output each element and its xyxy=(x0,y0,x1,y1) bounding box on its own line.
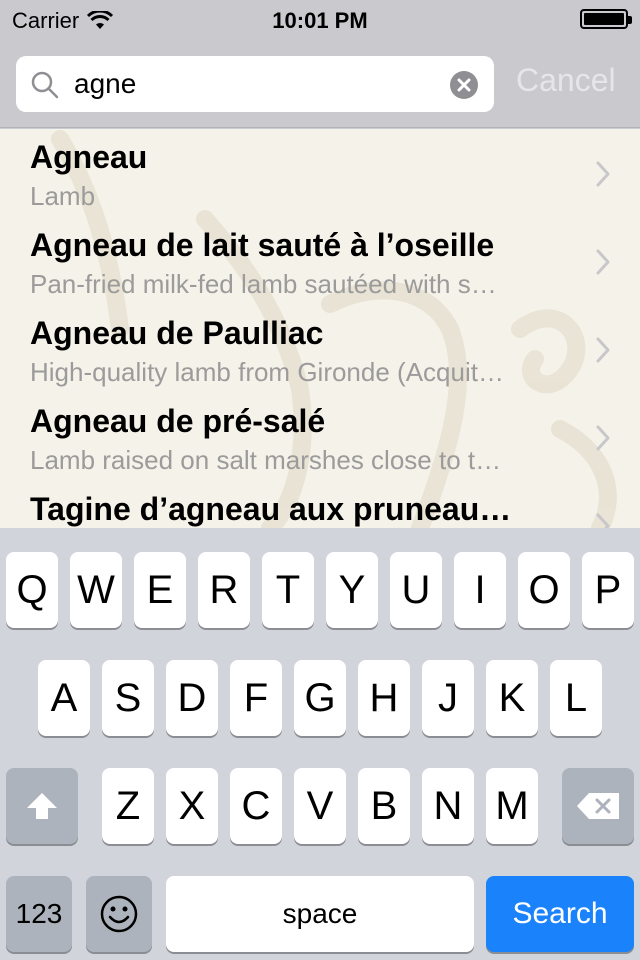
key-y[interactable]: Y xyxy=(326,552,378,628)
key-s[interactable]: S xyxy=(102,660,154,736)
emoji-key[interactable] xyxy=(86,876,152,952)
keyboard: Q W E R T Y U I O P A S D F G H J K L Z … xyxy=(0,528,640,960)
result-row[interactable]: Agneau de pré-salé Lamb raised on salt m… xyxy=(0,393,640,481)
key-g[interactable]: G xyxy=(294,660,346,736)
result-row[interactable]: Agneau de Paulliac High-quality lamb fro… xyxy=(0,305,640,393)
key-x[interactable]: X xyxy=(166,768,218,844)
battery-icon xyxy=(580,9,632,29)
result-subtitle: Lamb raised on salt marshes close to t… xyxy=(30,445,502,475)
key-v[interactable]: V xyxy=(294,768,346,844)
chevron-right-icon xyxy=(596,425,610,451)
battery-fill xyxy=(584,13,624,25)
chevron-right-icon xyxy=(596,161,610,187)
key-j[interactable]: J xyxy=(422,660,474,736)
chevron-right-icon xyxy=(596,513,610,528)
key-t[interactable]: T xyxy=(262,552,314,628)
result-row[interactable]: Tagine d’agneau aux pruneau… xyxy=(0,481,640,528)
search-input[interactable] xyxy=(74,64,444,104)
status-bar: Carrier 10:01 PM xyxy=(0,0,640,40)
emoji-icon xyxy=(100,895,138,933)
key-m[interactable]: M xyxy=(486,768,538,844)
result-title: Agneau de Paulliac xyxy=(30,315,324,351)
search-icon xyxy=(31,71,59,99)
key-w[interactable]: W xyxy=(70,552,122,628)
key-n[interactable]: N xyxy=(422,768,474,844)
results-list: Agneau Lamb Agneau de lait sauté à l’ose… xyxy=(0,129,640,528)
result-title: Agneau de pré-salé xyxy=(30,403,326,439)
result-subtitle: High-quality lamb from Gironde (Acquit… xyxy=(30,357,504,387)
search-key[interactable]: Search xyxy=(486,876,634,952)
key-r[interactable]: R xyxy=(198,552,250,628)
key-b[interactable]: B xyxy=(358,768,410,844)
key-p[interactable]: P xyxy=(582,552,634,628)
key-z[interactable]: Z xyxy=(102,768,154,844)
delete-icon xyxy=(577,793,619,819)
key-e[interactable]: E xyxy=(134,552,186,628)
status-time: 10:01 PM xyxy=(272,8,368,33)
shift-key[interactable] xyxy=(6,768,78,844)
result-title: Tagine d’agneau aux pruneau… xyxy=(30,491,512,527)
key-k[interactable]: K xyxy=(486,660,538,736)
status-right xyxy=(580,9,632,29)
result-title: Agneau de lait sauté à l’oseille xyxy=(30,227,495,263)
key-l[interactable]: L xyxy=(550,660,602,736)
key-h[interactable]: H xyxy=(358,660,410,736)
clear-search-icon[interactable] xyxy=(450,71,478,99)
key-u[interactable]: U xyxy=(390,552,442,628)
search-bar: Cancel xyxy=(0,40,640,128)
search-field[interactable] xyxy=(16,56,494,112)
result-row[interactable]: Agneau Lamb xyxy=(0,129,640,217)
key-f[interactable]: F xyxy=(230,660,282,736)
delete-key[interactable] xyxy=(562,768,634,844)
key-o[interactable]: O xyxy=(518,552,570,628)
result-subtitle: Pan-fried milk-fed lamb sautéed with s… xyxy=(30,269,497,299)
space-key[interactable]: space xyxy=(166,876,474,952)
key-a[interactable]: A xyxy=(38,660,90,736)
key-i[interactable]: I xyxy=(454,552,506,628)
numbers-key[interactable]: 123 xyxy=(6,876,72,952)
chevron-right-icon xyxy=(596,337,610,363)
chevron-right-icon xyxy=(596,249,610,275)
key-c[interactable]: C xyxy=(230,768,282,844)
shift-icon xyxy=(27,793,57,819)
key-d[interactable]: D xyxy=(166,660,218,736)
key-q[interactable]: Q xyxy=(6,552,58,628)
result-row[interactable]: Agneau de lait sauté à l’oseille Pan-fri… xyxy=(0,217,640,305)
cancel-button[interactable]: Cancel xyxy=(516,62,616,99)
result-subtitle: Lamb xyxy=(30,181,96,211)
result-title: Agneau xyxy=(30,139,148,175)
